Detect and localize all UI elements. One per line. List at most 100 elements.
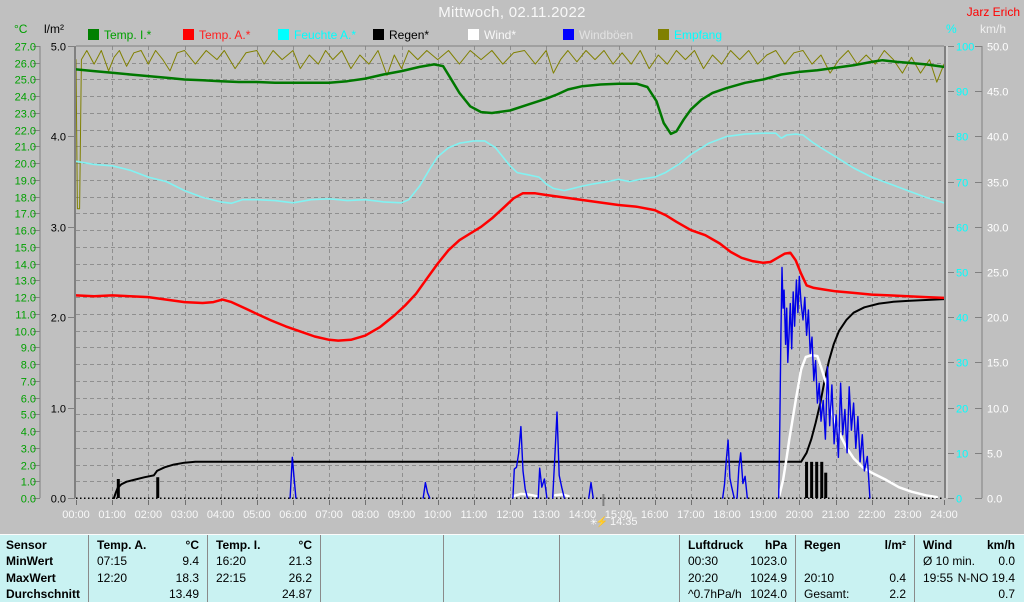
svg-text:20.0: 20.0 [15,159,36,171]
svg-text:50: 50 [956,268,968,280]
svg-text:10.0: 10.0 [15,327,36,339]
svg-text:20: 20 [956,404,968,416]
avg-value: 0.7 [998,587,1015,601]
svg-text:23.0: 23.0 [15,109,36,121]
axis-°C: 0.0 1.0 2.0 3.0 4.0 5.0 6.0 7.0 8.0 9.0 10.0 11.0 12… [15,42,40,506]
svg-text:18.0: 18.0 [15,193,36,205]
svg-text:8.0: 8.0 [21,360,36,372]
svg-text:25.0: 25.0 [987,268,1008,280]
svg-text:23:00: 23:00 [894,509,922,521]
marker-time-label: 14:35 [610,516,638,528]
col-title: Regen [804,538,841,552]
svg-text:27.0: 27.0 [15,42,36,54]
svg-text:06:00: 06:00 [279,509,307,521]
min-time: 07:15 [97,554,128,568]
svg-text:13:00: 13:00 [532,509,560,521]
svg-text:24.0: 24.0 [15,92,36,104]
svg-text:15.0: 15.0 [15,243,36,255]
svg-text:15.0: 15.0 [987,358,1008,370]
table-divider [320,535,321,602]
max-value: 1024.9 [750,571,787,585]
svg-text:22.0: 22.0 [15,126,36,138]
rain-bars [116,461,828,498]
svg-text:13.0: 13.0 [15,276,36,288]
svg-text:24:00: 24:00 [930,509,958,521]
svg-text:6.0: 6.0 [21,394,36,406]
max-time: 22:15 [216,571,247,585]
col-unit: km/h [986,538,1015,552]
avg-value: 1024.0 [750,587,787,601]
avg-value: 13.49 [168,587,199,601]
weather-station-window: Mittwoch, 02.11.2022 Jarz Erich °C l/m² … [0,0,1024,602]
max-value: 26.2 [288,571,312,585]
svg-text:25.0: 25.0 [15,75,36,87]
series-Windböen [289,266,871,499]
max-time: 20:20 [688,571,719,585]
svg-text:10.0: 10.0 [987,404,1008,416]
svg-text:35.0: 35.0 [987,178,1008,190]
col-unit: l/m² [884,538,906,552]
max-time: 19:55 [923,571,954,585]
svg-text:22:00: 22:00 [858,509,886,521]
weather-chart-canvas: 0.0 1.0 2.0 3.0 4.0 5.0 6.0 7.0 8.0 9.0 10.0 11.0 12… [15,42,1009,522]
row-label-minwert: MinWert [6,554,54,568]
max-value: N-NO 19.4 [957,571,1015,585]
time-marker: ✳ ⚡ 14:35 [590,515,638,529]
col-title: Temp. A. [97,538,147,552]
table-col-row-labels: Sensor MinWert MaxWert Durchschnitt [2,535,86,602]
svg-text:2.0: 2.0 [51,313,66,325]
row-label-sensor: Sensor [6,538,47,552]
max-value: 0.4 [889,571,906,585]
svg-text:50.0: 50.0 [987,42,1008,54]
col-unit: hPa [764,538,787,552]
svg-text:1.0: 1.0 [21,477,36,489]
col-title: Wind [923,538,953,552]
col-unit: °C [185,538,199,552]
svg-text:5.0: 5.0 [21,410,36,422]
col-title: Temp. I. [216,538,261,552]
svg-text:07:00: 07:00 [315,509,343,521]
svg-text:1.0: 1.0 [51,404,66,416]
svg-text:90: 90 [956,87,968,99]
svg-text:17:00: 17:00 [677,509,705,521]
table-col-luftdruck: Luftdruck hPa 00:30 1023.0 20:20 1024.9 ^0.… [679,535,794,602]
summary-table: Sensor MinWert MaxWert Durchschnitt Temp… [0,534,1024,602]
svg-text:19.0: 19.0 [15,176,36,188]
svg-text:4.0: 4.0 [21,427,36,439]
svg-text:10:00: 10:00 [424,509,452,521]
svg-text:10: 10 [956,449,968,461]
axis-km/h: 0.0 5.0 10.0 15.0 20.0 25.0 30.0 35.0 40.0 45.0 50… [975,42,1008,506]
svg-text:2.0: 2.0 [21,461,36,473]
table-col-temp-a: Temp. A. °C 07:15 9.4 12:20 18.3 13.49 [88,535,206,602]
svg-text:12:00: 12:00 [496,509,524,521]
table-col-wind: Wind km/h Ø 10 min. 0.0 19:55 N-NO 19.4 0.7 [914,535,1022,602]
svg-text:40.0: 40.0 [987,132,1008,144]
svg-text:03:00: 03:00 [171,509,199,521]
svg-text:21:00: 21:00 [822,509,850,521]
min-value: 21.3 [288,554,312,568]
svg-text:40: 40 [956,313,968,325]
svg-text:09:00: 09:00 [388,509,416,521]
min-value: 1023.0 [750,554,787,568]
axis-l/m²: 0.0 1.0 2.0 3.0 4.0 5.0 [51,42,75,506]
svg-text:3.0: 3.0 [51,223,66,235]
time-axis: 00:00 01:00 02:00 03:00 04:00 05:00 06:00 07:00… [62,500,958,521]
svg-text:30.0: 30.0 [987,223,1008,235]
svg-text:19:00: 19:00 [749,509,777,521]
max-time: 20:10 [804,571,835,585]
svg-text:04:00: 04:00 [207,509,235,521]
svg-text:02:00: 02:00 [135,509,163,521]
lightning-icon: ⚡ [595,516,608,528]
svg-text:16.0: 16.0 [15,226,36,238]
svg-text:7.0: 7.0 [21,377,36,389]
max-time: 12:20 [97,571,128,585]
svg-text:4.0: 4.0 [51,132,66,144]
svg-text:21.0: 21.0 [15,142,36,154]
row-label-maxwert: MaxWert [6,571,56,585]
table-col-regen: Regen l/m² 20:10 0.4 Gesamt: 2.2 [795,535,913,602]
avg-10min-label: Ø 10 min. [923,554,976,568]
svg-text:26.0: 26.0 [15,59,36,71]
svg-text:00:00: 00:00 [62,509,90,521]
table-divider [559,535,560,602]
svg-text:0.0: 0.0 [987,494,1002,506]
